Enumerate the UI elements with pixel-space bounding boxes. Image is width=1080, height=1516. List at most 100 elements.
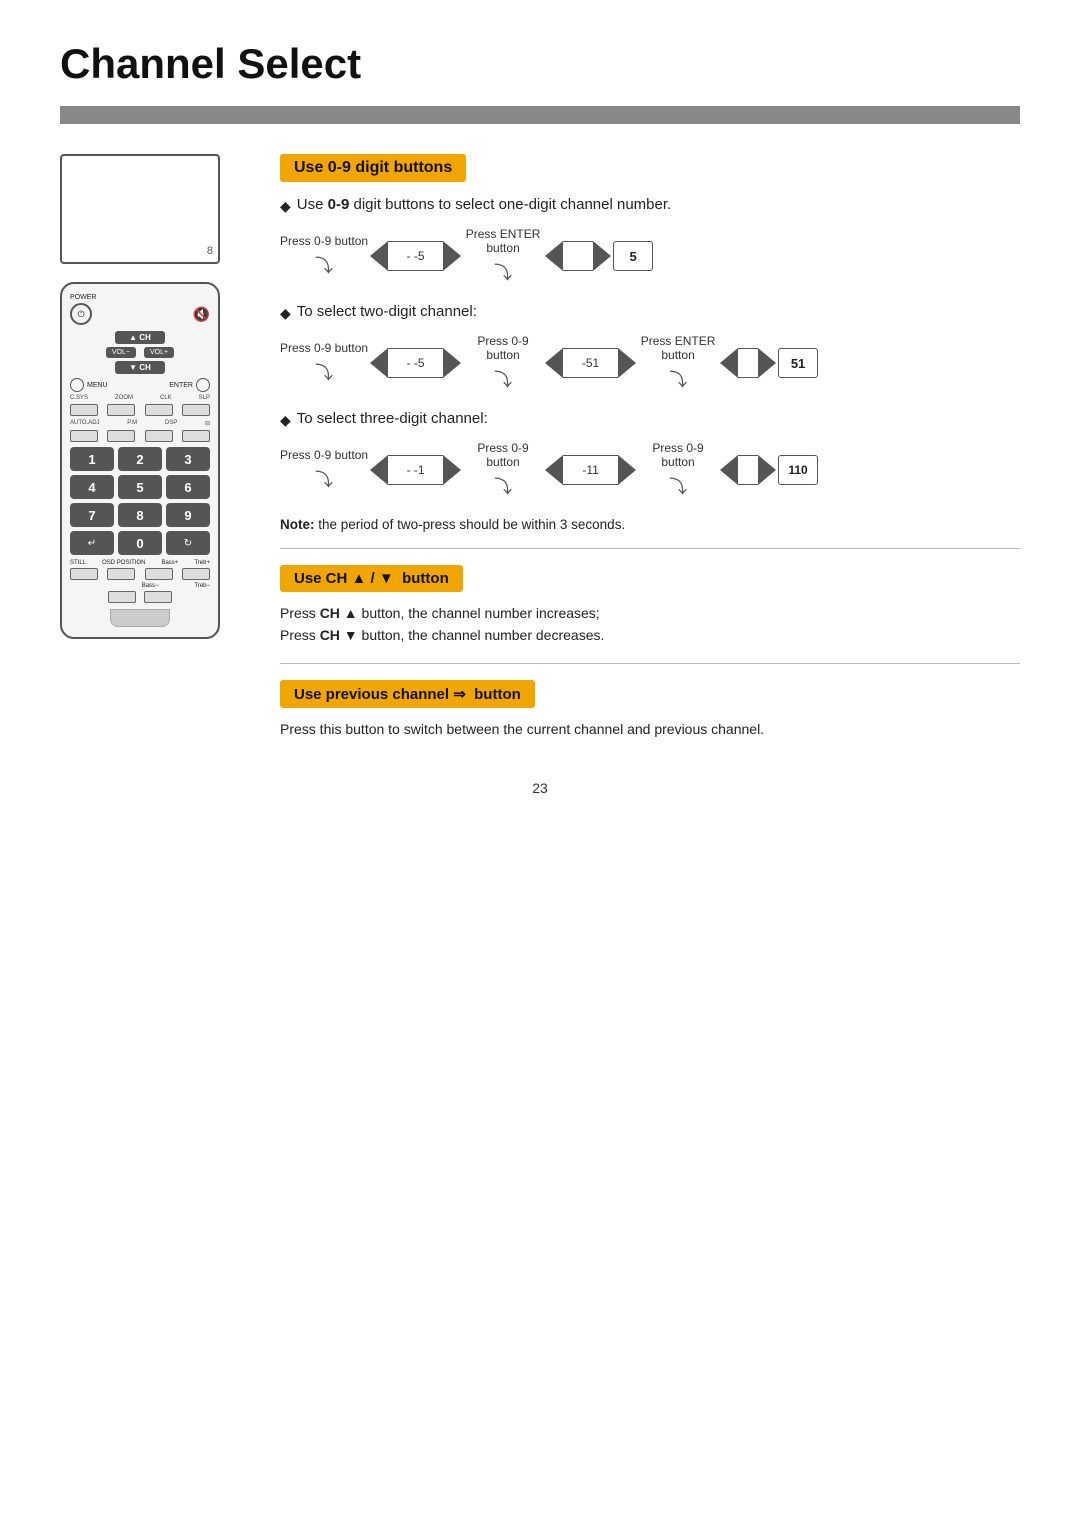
ch-up-arrow: ▲ <box>352 570 367 587</box>
remote-body: POWER ⏻ 🔇 ▲ CH VOL− VOL+ ▼ CH MENU <box>60 282 220 639</box>
diamond-icon3: ◆ <box>280 412 291 429</box>
diag1-step1: Press 0-9 button ⤵ <box>280 234 368 278</box>
dsp2-button[interactable] <box>182 430 210 442</box>
numpad: 1 2 3 4 5 6 7 8 9 ↵ 0 ↻ <box>70 447 210 555</box>
divider2 <box>280 663 1020 664</box>
bottom-btns-row1 <box>70 568 210 580</box>
autoadj-button[interactable] <box>70 430 98 442</box>
note-content: the period of two-press should be within… <box>318 517 625 532</box>
d3arrow1-tail <box>370 455 388 485</box>
diag1-arrow2 <box>545 241 611 271</box>
dsp-button[interactable] <box>145 430 173 442</box>
num-2[interactable]: 2 <box>118 447 162 471</box>
arrow1-tail <box>370 241 388 271</box>
num-5[interactable]: 5 <box>118 475 162 499</box>
divider1 <box>280 548 1020 549</box>
arrow2-tail <box>545 241 563 271</box>
small-btns-row1 <box>70 404 210 416</box>
diag2-arrow2-val: -51 <box>563 348 618 378</box>
diagram2: Press 0-9 button ⤵ - -5 Press 0-9button … <box>280 334 1020 392</box>
num-6[interactable]: 6 <box>166 475 210 499</box>
note-text: Note: the period of two-press should be … <box>280 517 1020 532</box>
diagram3: Press 0-9 button ⤵ - -1 Press 0-9button … <box>280 441 1020 499</box>
diag3-arrow3-body <box>738 455 758 485</box>
osdpos-button[interactable] <box>107 568 135 580</box>
num-7[interactable]: 7 <box>70 503 114 527</box>
d2arrow1-tail <box>370 348 388 378</box>
diag1-arrow1-val: - -5 <box>388 241 443 271</box>
d2arrow3-head <box>758 348 776 378</box>
remote-icon-2a: ⤵ <box>315 359 333 385</box>
num-enter[interactable]: ↵ <box>70 531 114 555</box>
diag3-step1-label: Press 0-9 button <box>280 448 368 462</box>
num-3[interactable]: 3 <box>166 447 210 471</box>
diag2-arrow1-val: - -5 <box>388 348 443 378</box>
diag3-step2-label: Press 0-9button <box>477 441 528 469</box>
enter-label: ENTER <box>169 382 193 389</box>
csys-label: C.SYS <box>70 395 88 401</box>
ch-up-button[interactable]: ▲ CH <box>115 331 165 344</box>
ch-down-button[interactable]: ▼ CH <box>115 361 165 374</box>
vol-plus-button[interactable]: VOL+ <box>144 347 174 358</box>
diag3-step3-label: Press 0-9button <box>652 441 703 469</box>
dsp-label: DSP <box>165 420 177 427</box>
diag1-step1-label: Press 0-9 button <box>280 234 368 248</box>
use-prev-header: Use previous channel ⇒ button <box>280 680 535 708</box>
diag1-arrow2-body <box>563 241 593 271</box>
d3arrow2-head <box>618 455 636 485</box>
num-prev[interactable]: ↻ <box>166 531 210 555</box>
osdpos-label: OSD POSITION <box>102 560 145 566</box>
arrow1-head <box>443 241 461 271</box>
d2arrow2-head <box>618 348 636 378</box>
arrow2-head <box>593 241 611 271</box>
trebplus-button[interactable] <box>182 568 210 580</box>
bassplus-button[interactable] <box>145 568 173 580</box>
slp-button[interactable] <box>182 404 210 416</box>
bullet-three-digit: ◆ To select three-digit channel: <box>280 410 1020 429</box>
remote-column: 8 POWER ⏻ 🔇 ▲ CH VOL− VOL+ ▼ CH <box>60 154 250 740</box>
instructions-col: Use 0-9 digit buttons ◆ Use 0-9 digit bu… <box>280 154 1020 740</box>
diag2-arrow1: - -5 <box>370 348 461 378</box>
diag1-step2-label: Press ENTERbutton <box>466 227 541 255</box>
num-8[interactable]: 8 <box>118 503 162 527</box>
vol-minus-button[interactable]: VOL− <box>106 347 136 358</box>
prev-desc: Press this button to switch between the … <box>280 718 1020 740</box>
bottom-labels-row2: Bass− Treb− <box>70 583 210 589</box>
d3arrow1-head <box>443 455 461 485</box>
still-button[interactable] <box>70 568 98 580</box>
num-1[interactable]: 1 <box>70 447 114 471</box>
bullet-two-digit: ◆ To select two-digit channel: <box>280 303 1020 322</box>
menu-enter-row: MENU ENTER <box>70 378 210 392</box>
trebplus-label: Treb+ <box>194 560 210 566</box>
menu-label: MENU <box>87 382 108 389</box>
trebminus-button[interactable] <box>144 591 172 603</box>
diag3-step1: Press 0-9 button ⤵ <box>280 448 368 492</box>
diag3-arrow1-val: - -1 <box>388 455 443 485</box>
remote-stand <box>110 609 170 627</box>
menu-button[interactable] <box>70 378 84 392</box>
diag1-step2: Press ENTERbutton ⤵ <box>463 227 543 285</box>
power-button[interactable]: ⏻ <box>70 303 92 325</box>
num-4[interactable]: 4 <box>70 475 114 499</box>
page-number: 23 <box>60 780 1020 796</box>
zoom-button[interactable] <box>107 404 135 416</box>
num-9[interactable]: 9 <box>166 503 210 527</box>
diag2-arrow3-body <box>738 348 758 378</box>
d3arrow3-head <box>758 455 776 485</box>
bassminus-button[interactable] <box>108 591 136 603</box>
clk-button[interactable] <box>145 404 173 416</box>
diamond-icon2: ◆ <box>280 305 291 322</box>
pm-label: P.M <box>127 420 137 427</box>
diag1-arrow1: - -5 <box>370 241 461 271</box>
d2arrow2-tail <box>545 348 563 378</box>
csys-button[interactable] <box>70 404 98 416</box>
num-0[interactable]: 0 <box>118 531 162 555</box>
use09-header: Use 0-9 digit buttons <box>280 154 466 182</box>
diag3-arrow1: - -1 <box>370 455 461 485</box>
remote-icon-3c: ⤵ <box>669 473 687 499</box>
enter-button[interactable] <box>196 378 210 392</box>
bassplus-label: Bass+ <box>161 560 178 566</box>
top-bar <box>60 106 1020 124</box>
screen-preview: 8 <box>60 154 220 264</box>
pm-button[interactable] <box>107 430 135 442</box>
